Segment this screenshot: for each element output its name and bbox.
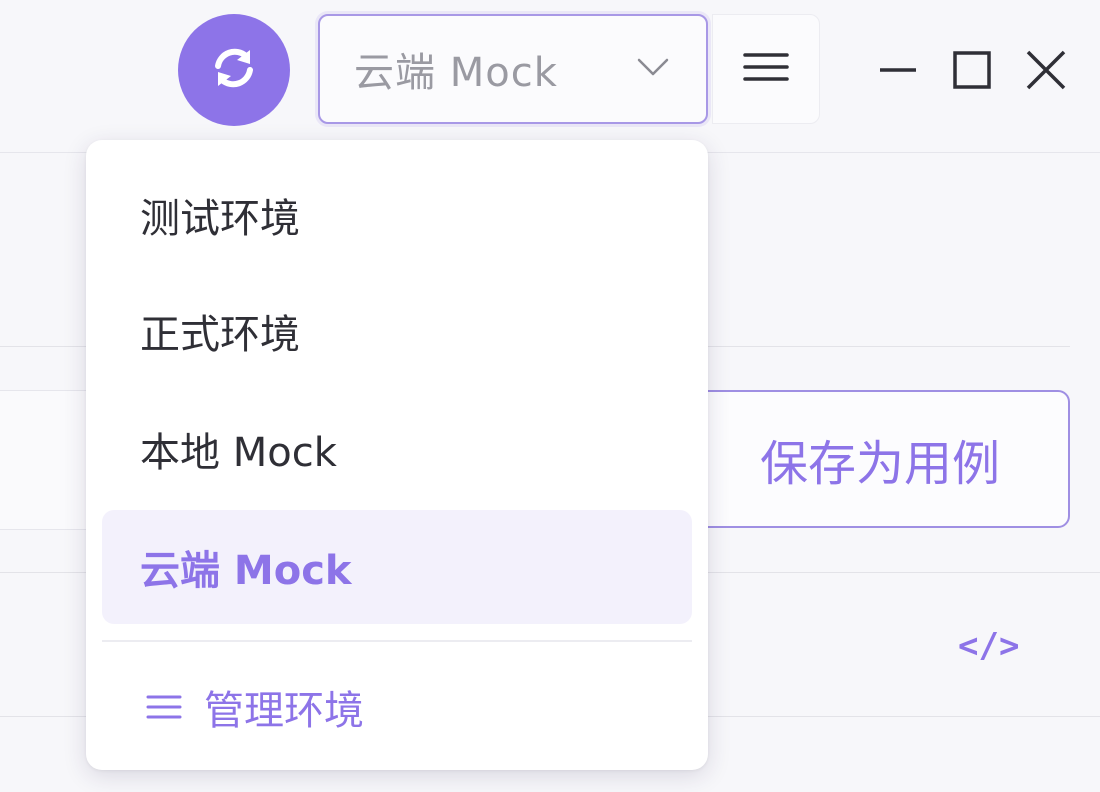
env-option-production[interactable]: 正式环境 xyxy=(102,274,692,388)
dropdown-divider xyxy=(102,640,692,642)
manage-environments-item[interactable]: 管理环境 xyxy=(102,650,692,764)
env-option-test[interactable]: 测试环境 xyxy=(102,158,692,272)
list-icon xyxy=(146,693,182,721)
hamburger-menu-icon xyxy=(743,50,789,88)
minimize-icon xyxy=(874,68,922,98)
close-button[interactable] xyxy=(1022,46,1070,94)
manage-environments-label: 管理环境 xyxy=(204,688,364,734)
sync-button[interactable] xyxy=(178,14,290,126)
menu-button[interactable] xyxy=(712,14,820,124)
env-option-local-mock[interactable]: 本地 Mock xyxy=(102,392,692,506)
environment-dropdown: 测试环境 正式环境 本地 Mock 云端 Mock 管理环境 xyxy=(86,140,708,770)
title-bar: 云端 Mock xyxy=(0,0,1100,153)
chevron-down-icon xyxy=(636,56,670,82)
maximize-button[interactable] xyxy=(948,46,996,94)
save-as-case-button[interactable]: 保存为用例 xyxy=(690,390,1070,528)
close-icon xyxy=(1022,50,1070,98)
sync-icon xyxy=(206,40,262,100)
env-option-cloud-mock[interactable]: 云端 Mock xyxy=(102,510,692,624)
environment-select-value: 云端 Mock xyxy=(354,50,558,96)
environment-select[interactable]: 云端 Mock xyxy=(318,14,708,124)
minimize-button[interactable] xyxy=(874,46,922,94)
maximize-icon xyxy=(948,51,996,98)
code-toggle-button[interactable]: </> xyxy=(958,626,1019,666)
